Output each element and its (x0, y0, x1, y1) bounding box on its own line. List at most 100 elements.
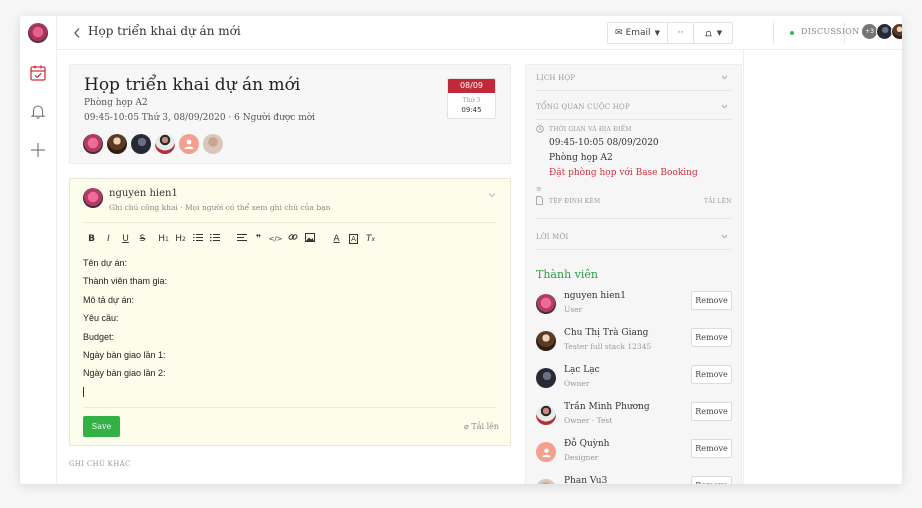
top-bar: Họp triển khai dự án mới ✉ Email ▼ ·· ▼ … (57, 16, 902, 50)
avatar[interactable] (131, 134, 151, 154)
highlight-icon[interactable]: A (345, 233, 362, 244)
meeting-room: Phòng họp A2 (84, 98, 148, 108)
overview-section-header[interactable]: TỔNG QUAN CUỘC HỌP (536, 103, 630, 111)
paperclip-icon: ⌀ (464, 422, 469, 431)
editor-line: Mô tả dự án: (83, 294, 135, 305)
caret-down-icon: ▼ (654, 29, 660, 37)
status-dot (790, 31, 794, 35)
remove-member-button[interactable]: Remove (691, 291, 732, 310)
heading1-icon[interactable]: H1 (155, 234, 172, 244)
email-button[interactable]: ✉ Email ▼ (608, 23, 668, 43)
avatar (536, 405, 556, 425)
other-notes-label: GHI CHÚ KHÁC (69, 460, 131, 468)
date-badge: 08/09 Thứ 3 09:45 (447, 78, 496, 119)
editor-content[interactable]: Tên dự án: Thành viên tham gia: Mô tả dự… (83, 258, 167, 387)
divider (536, 218, 731, 219)
remove-member-button[interactable]: Remove (691, 365, 732, 384)
clock-icon (536, 125, 544, 133)
mail-icon: ✉ (615, 28, 623, 38)
bullet-list-icon[interactable] (206, 233, 223, 245)
remove-member-button[interactable]: Remove (691, 402, 732, 421)
bold-icon[interactable]: B (83, 234, 100, 244)
member-role: Owner · Test (564, 416, 613, 425)
member-role: User (564, 305, 583, 314)
editor-line: Yêu cầu: (83, 313, 119, 324)
save-button[interactable]: Save (83, 416, 120, 437)
booking-link[interactable]: Đặt phòng họp với Base Booking (549, 168, 698, 178)
chevron-down-icon[interactable] (721, 75, 728, 80)
upload-link[interactable]: ⌀ Tải lên (464, 422, 499, 431)
align-icon[interactable] (233, 233, 250, 245)
strikethrough-icon[interactable]: S (134, 234, 151, 244)
chevron-down-icon[interactable] (721, 234, 728, 239)
divider (536, 90, 731, 91)
member-row: nguyen hien1 User Remove (536, 291, 733, 325)
more-button[interactable]: ·· (668, 23, 694, 43)
avatar (536, 331, 556, 351)
page-title: Họp triển khai dự án mới (88, 24, 241, 38)
member-row: Chu Thị Trà Giang Tester full stack 1234… (536, 328, 733, 362)
editor-line: Thành viên tham gia: (83, 276, 168, 287)
avatar (891, 23, 902, 40)
text-color-icon[interactable]: A (328, 234, 345, 244)
member-role: Designer (564, 453, 599, 462)
meeting-time: 09:45-10:05 Thứ 3, 08/09/2020 · 6 Người … (84, 113, 316, 123)
participant-avatars[interactable]: +3 (861, 23, 902, 40)
discussion-label[interactable]: DISCUSSION (801, 27, 859, 36)
member-row: Trần Minh Phương Owner · Test Remove (536, 402, 733, 436)
members-title: Thành viên (536, 268, 598, 281)
invites-section-header[interactable]: LỜI MỜI (536, 233, 568, 241)
member-name: Phan Vu3 (564, 476, 608, 484)
underline-icon[interactable]: U (117, 234, 134, 244)
date-time: 09:45 (461, 106, 482, 114)
schedule-section-header[interactable]: LỊCH HỌP (536, 74, 575, 82)
drag-handle-icon[interactable]: ≡ (536, 185, 542, 193)
remove-member-button[interactable]: Remove (691, 476, 732, 484)
calendar-check-icon[interactable] (28, 63, 48, 83)
date-weekday: Thứ 3 (462, 97, 481, 104)
member-name: nguyen hien1 (564, 291, 626, 301)
divider (83, 407, 497, 408)
avatar (536, 442, 556, 462)
bell-icon[interactable] (28, 101, 48, 121)
editor-line: Tên dự án: (83, 258, 128, 268)
header-actions: ✉ Email ▼ ·· ▼ (607, 22, 733, 44)
right-panel: LỊCH HỌP TỔNG QUAN CUỘC HỌP THỜI GIAN VÀ… (525, 64, 742, 484)
quote-icon[interactable]: ❞ (250, 234, 267, 244)
italic-icon[interactable]: I (100, 234, 117, 244)
chevron-down-icon[interactable] (488, 192, 496, 198)
code-icon[interactable]: </> (267, 235, 284, 243)
bell-icon (704, 30, 713, 36)
avatar (536, 294, 556, 314)
heading2-icon[interactable]: H2 (172, 234, 189, 244)
remove-member-button[interactable]: Remove (691, 328, 732, 347)
ordered-list-icon[interactable] (189, 233, 206, 245)
member-name: Chu Thị Trà Giang (564, 328, 649, 338)
file-icon (536, 196, 543, 205)
link-icon[interactable] (284, 232, 301, 245)
editor-line: Budget: (83, 331, 115, 342)
back-chevron-icon[interactable] (73, 27, 81, 39)
member-name: Trần Minh Phương (564, 402, 650, 412)
left-rail (20, 16, 57, 484)
attachment-upload-link[interactable]: TẢI LÊN (704, 198, 732, 205)
clear-format-icon[interactable]: Tx (362, 234, 379, 244)
user-avatar[interactable] (28, 23, 48, 43)
avatar[interactable] (155, 134, 175, 154)
member-row: Phan Vu3 User Remove (536, 476, 733, 484)
image-icon[interactable] (301, 232, 318, 245)
avatar[interactable] (179, 134, 199, 154)
avatar[interactable] (107, 134, 127, 154)
avatar (536, 368, 556, 388)
date-day: 08/09 (448, 79, 495, 93)
avatar[interactable] (83, 134, 103, 154)
remove-member-button[interactable]: Remove (691, 439, 732, 458)
avatar[interactable] (203, 134, 223, 154)
divider (536, 119, 731, 120)
chevron-down-icon[interactable] (721, 104, 728, 109)
note-author-avatar (83, 188, 103, 208)
editor-line: Ngày bàn giao lần 2: (83, 368, 166, 379)
plus-icon[interactable] (28, 140, 48, 160)
meeting-card: Họp triển khai dự án mới Phòng họp A2 09… (69, 64, 511, 164)
notification-button[interactable]: ▼ (694, 23, 732, 43)
